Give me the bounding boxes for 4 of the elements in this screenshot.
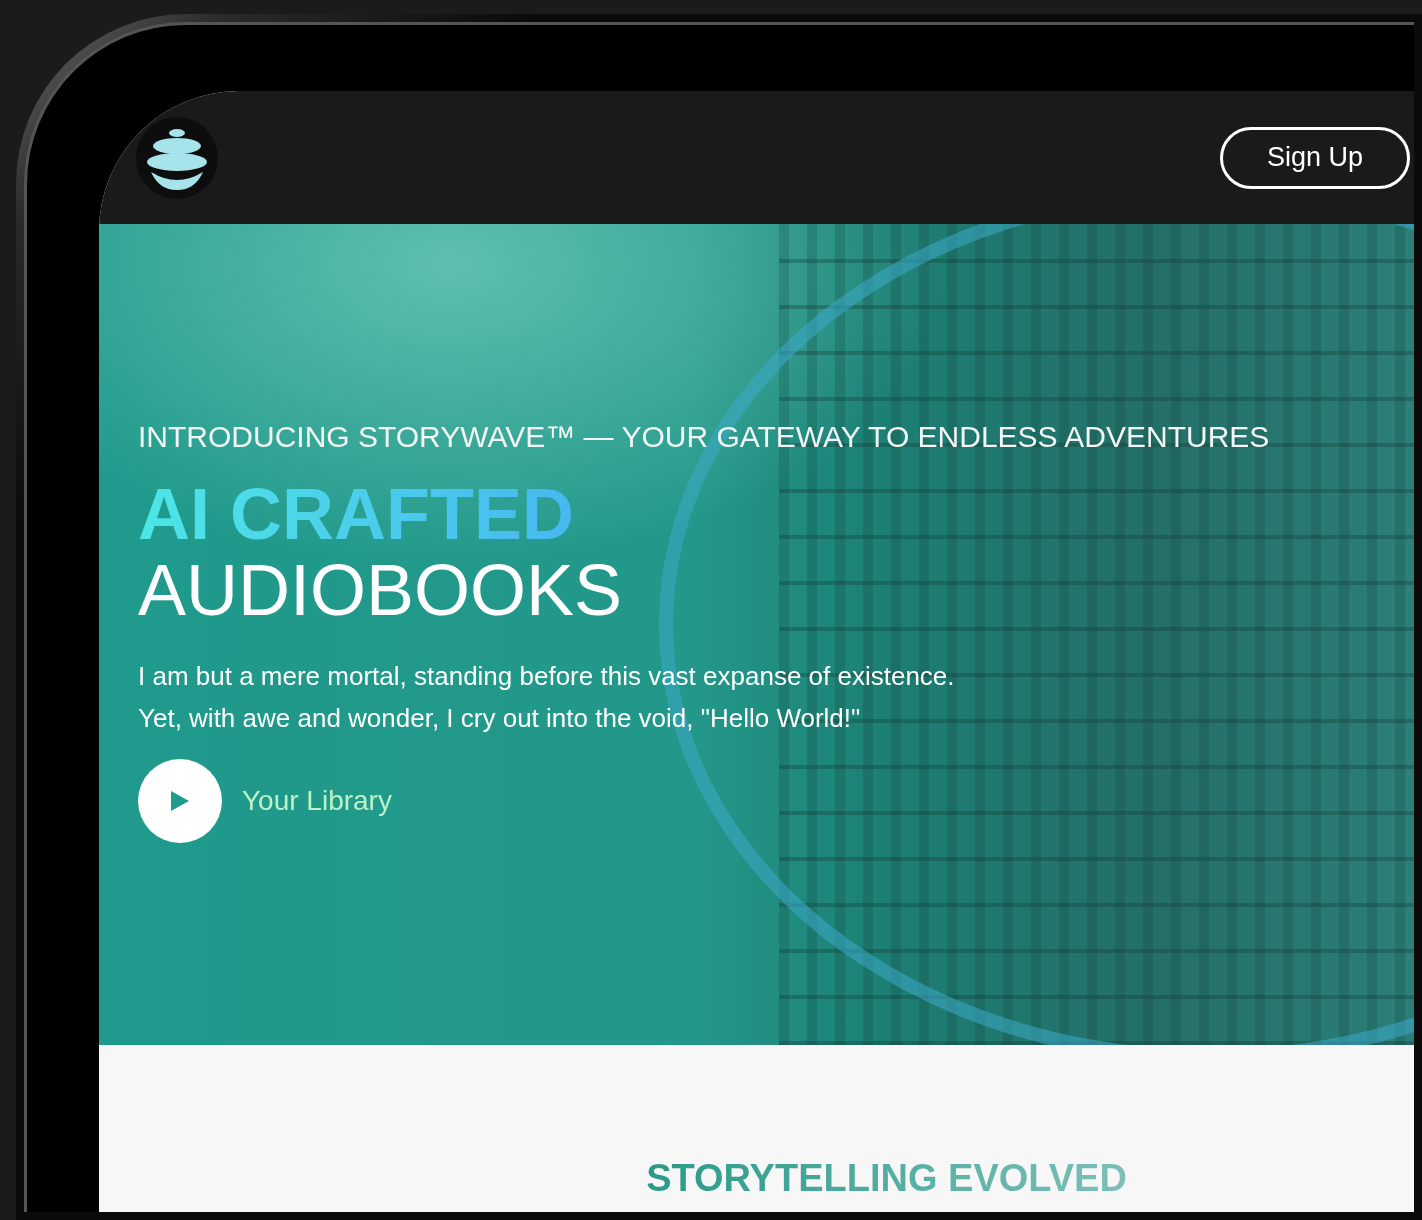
sign-up-button[interactable]: Sign Up [1219,126,1410,189]
hero-title: AUDIOBOOKS [138,552,623,629]
hero-description: I am but a mere mortal, standing before this vast expanse of existence. Yet, with awe and wonder, I cry out into the void, "Hello World!" [138,659,955,735]
hero-tagline: INTRODUCING STORYWAVE™ — YOUR GATEWAY TO ENDLESS ADVENTURES [138,420,1270,454]
